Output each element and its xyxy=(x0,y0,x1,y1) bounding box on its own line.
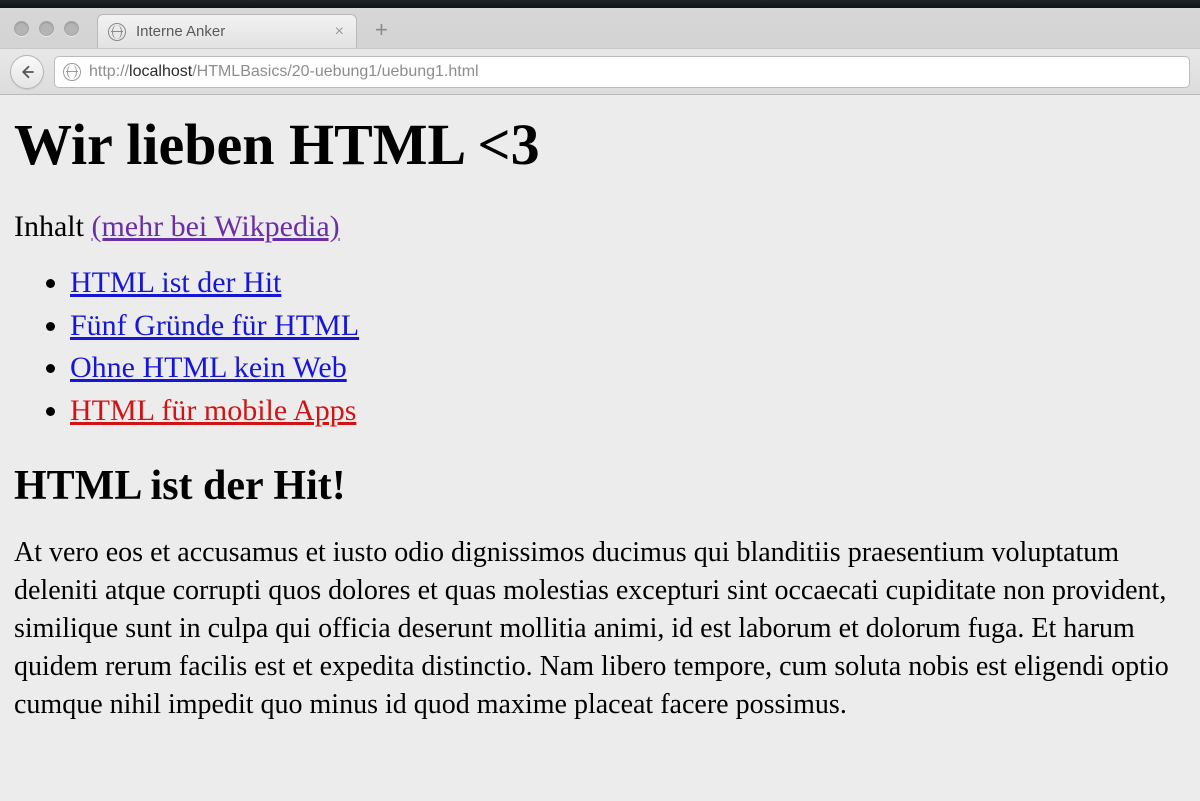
url-text: http://localhost/HTMLBasics/20-uebung1/u… xyxy=(89,63,479,81)
toc-list: HTML ist der Hit Fünf Gründe für HTML Oh… xyxy=(14,262,1186,432)
address-bar[interactable]: http://localhost/HTMLBasics/20-uebung1/u… xyxy=(54,56,1190,88)
close-tab-icon[interactable]: × xyxy=(335,24,344,40)
globe-icon xyxy=(108,23,126,41)
globe-icon xyxy=(63,63,81,81)
page-content: Wir lieben HTML <3 Inhalt (mehr bei Wikp… xyxy=(0,95,1200,801)
list-item: Ohne HTML kein Web xyxy=(70,347,1186,390)
browser-toolbar: http://localhost/HTMLBasics/20-uebung1/u… xyxy=(0,48,1200,94)
url-path: /HTMLBasics/20-uebung1/uebung1.html xyxy=(192,63,478,80)
arrow-left-icon xyxy=(18,63,36,81)
list-item: HTML ist der Hit xyxy=(70,262,1186,305)
browser-tab[interactable]: Interne Anker × xyxy=(97,14,357,48)
url-host: localhost xyxy=(129,63,192,80)
url-protocol: http:// xyxy=(89,63,129,80)
toc-header: Inhalt (mehr bei Wikpedia) xyxy=(14,210,1186,244)
tab-strip: Interne Anker × + xyxy=(0,8,1200,48)
desktop-menubar-strip xyxy=(0,0,1200,8)
window-zoom-button[interactable] xyxy=(64,21,79,36)
window-close-button[interactable] xyxy=(14,21,29,36)
section-heading: HTML ist der Hit! xyxy=(14,462,1186,510)
toc-link-3[interactable]: Ohne HTML kein Web xyxy=(70,351,347,384)
wikipedia-link[interactable]: (mehr bei Wikpedia) xyxy=(91,210,339,243)
window-controls xyxy=(8,21,87,36)
list-item: HTML für mobile Apps xyxy=(70,390,1186,433)
body-paragraph: At vero eos et accusamus et iusto odio d… xyxy=(14,534,1186,723)
toc-label: Inhalt xyxy=(14,210,91,243)
toc-link-1[interactable]: HTML ist der Hit xyxy=(70,266,281,299)
back-button[interactable] xyxy=(10,55,44,89)
window-minimize-button[interactable] xyxy=(39,21,54,36)
toc-link-2[interactable]: Fünf Gründe für HTML xyxy=(70,309,359,342)
toc-link-4[interactable]: HTML für mobile Apps xyxy=(70,394,356,427)
browser-chrome: Interne Anker × + http://localhost/HTMLB… xyxy=(0,8,1200,95)
page-heading: Wir lieben HTML <3 xyxy=(14,111,1186,178)
new-tab-button[interactable]: + xyxy=(367,19,396,41)
tab-title: Interne Anker xyxy=(136,23,325,40)
list-item: Fünf Gründe für HTML xyxy=(70,305,1186,348)
